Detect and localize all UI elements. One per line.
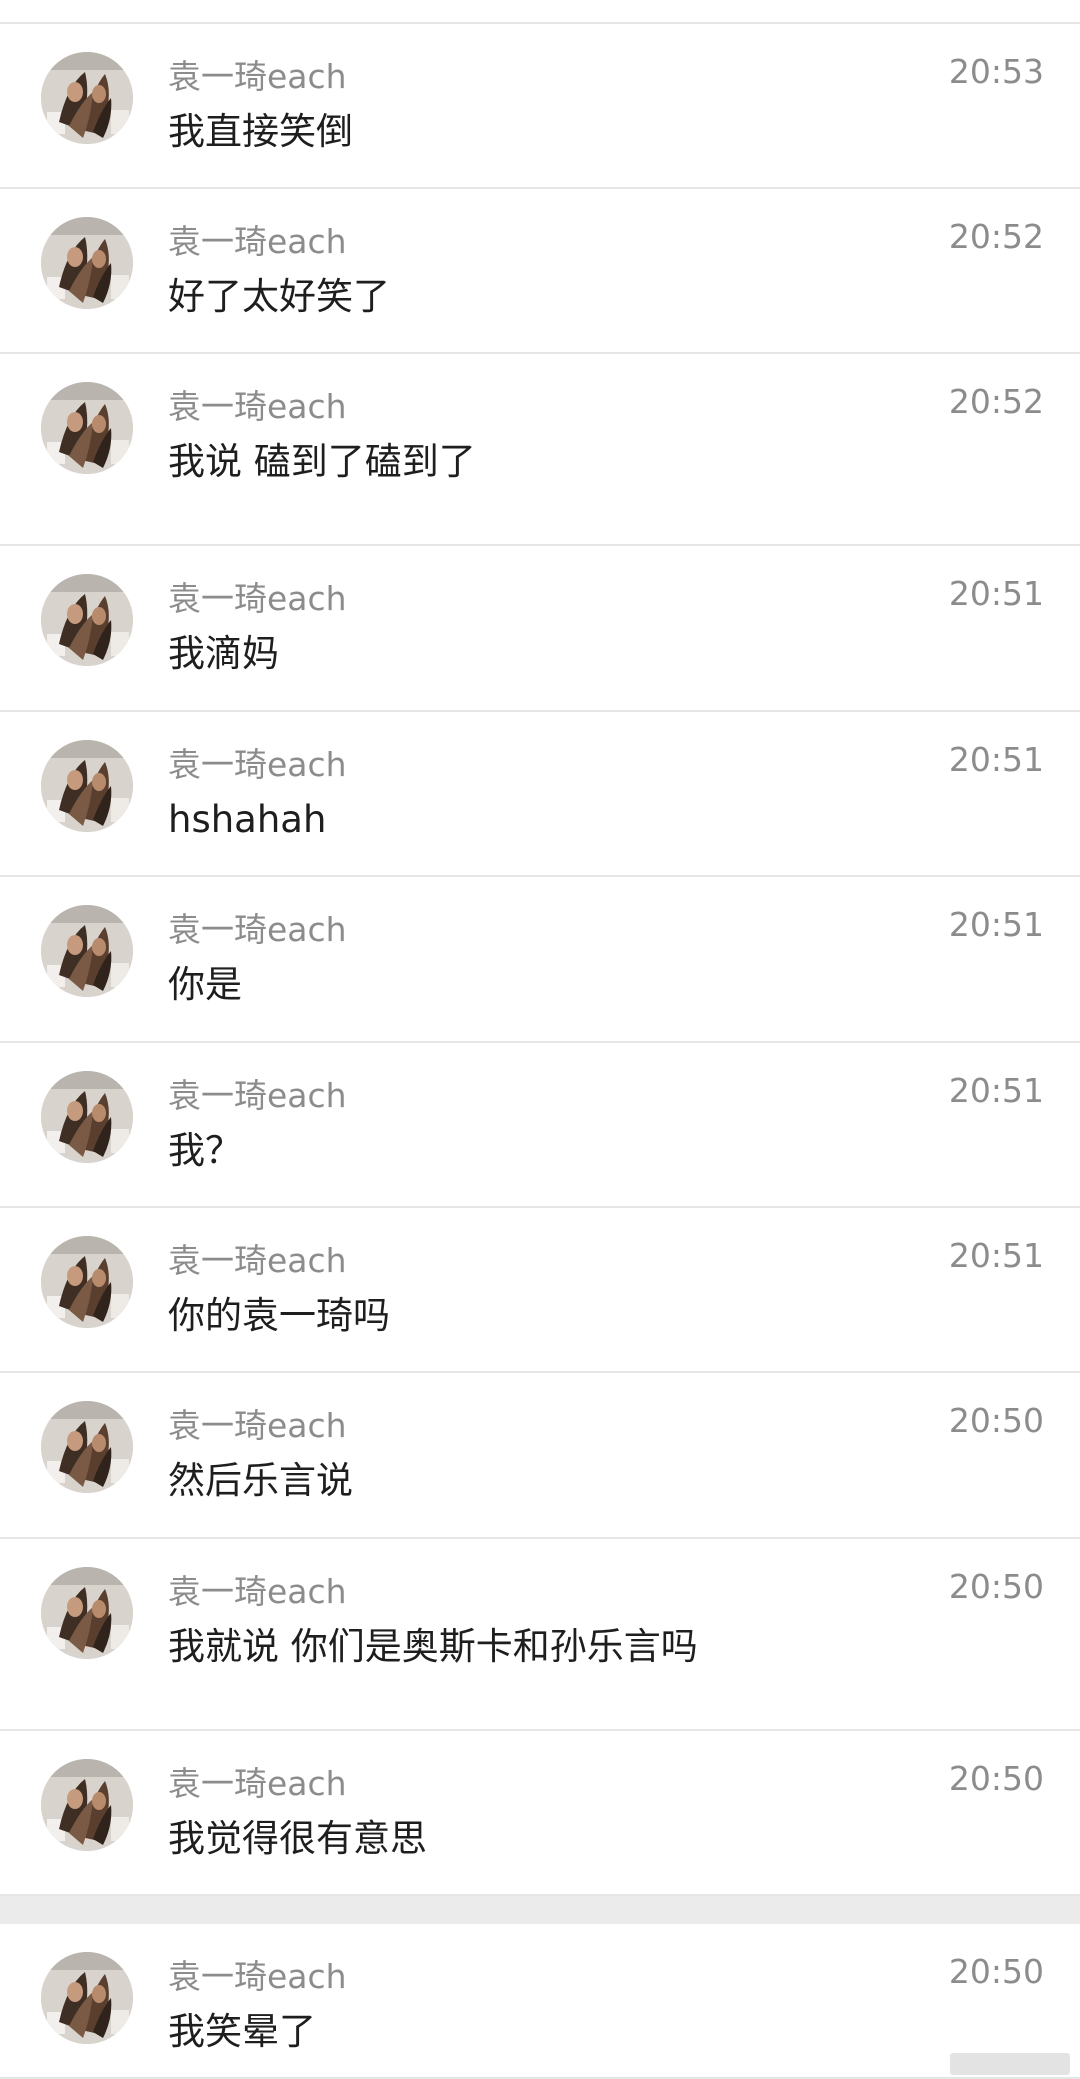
sender-name: 袁一琦each (168, 1076, 347, 1115)
message-row[interactable]: 袁一琦each 我觉得很有意思 20:50 (0, 1731, 1080, 1896)
message-timestamp: 20:50 (948, 1401, 1044, 1440)
message-list-page: 袁一琦each 我直接笑倒 20:53 袁一琦each 好了太好笑了 20:52 袁一琦… (0, 0, 1080, 2079)
avatar[interactable] (41, 1236, 133, 1328)
section-separator (0, 1896, 1080, 1924)
avatar[interactable] (41, 382, 133, 474)
message-timestamp: 20:51 (948, 740, 1044, 779)
message-text: 然后乐言说 (168, 1459, 353, 1502)
message-text: 你的袁一琦吗 (168, 1294, 390, 1337)
message-timestamp: 20:50 (948, 1759, 1044, 1798)
sender-name: 袁一琦each (168, 1406, 347, 1445)
sender-name: 袁一琦each (168, 387, 347, 426)
message-text: 你是 (168, 963, 242, 1006)
sender-name: 袁一琦each (168, 1572, 347, 1611)
message-timestamp: 20:51 (948, 905, 1044, 944)
avatar[interactable] (41, 1759, 133, 1851)
message-row[interactable]: 袁一琦each 我直接笑倒 20:53 (0, 24, 1080, 189)
message-text: 我笑晕了 (168, 2010, 316, 2053)
message-timestamp: 20:50 (948, 1567, 1044, 1606)
previous-row-edge (0, 0, 1080, 24)
sender-name: 袁一琦each (168, 1764, 347, 1803)
message-timestamp: 20:52 (948, 382, 1044, 421)
message-text: 我觉得很有意思 (168, 1817, 427, 1860)
scroll-indicator (950, 2053, 1070, 2075)
message-timestamp: 20:53 (948, 52, 1044, 91)
message-text: 好了太好笑了 (168, 275, 390, 318)
sender-name: 袁一琦each (168, 745, 347, 784)
sender-name: 袁一琦each (168, 222, 347, 261)
message-timestamp: 20:51 (948, 574, 1044, 613)
message-row[interactable]: 袁一琦each 你的袁一琦吗 20:51 (0, 1208, 1080, 1373)
avatar[interactable] (41, 1952, 133, 2044)
message-text: hshahah (168, 798, 327, 841)
message-row[interactable]: 袁一琦each 好了太好笑了 20:52 (0, 189, 1080, 354)
message-timestamp: 20:50 (948, 1952, 1044, 1991)
message-timestamp: 20:51 (948, 1236, 1044, 1275)
message-text: 我说 磕到了磕到了 (168, 440, 476, 483)
message-timestamp: 20:52 (948, 217, 1044, 256)
message-row[interactable]: 袁一琦each 我说 磕到了磕到了 20:52 (0, 354, 1080, 546)
message-row[interactable]: 袁一琦each 我笑晕了 20:50 (0, 1924, 1080, 2079)
message-row[interactable]: 袁一琦each hshahah 20:51 (0, 712, 1080, 877)
message-text: 我就说 你们是奥斯卡和孙乐言吗 (168, 1625, 698, 1668)
sender-name: 袁一琦each (168, 1241, 347, 1280)
message-text: 我滴妈 (168, 632, 279, 675)
message-timestamp: 20:51 (948, 1071, 1044, 1110)
message-row[interactable]: 袁一琦each 我就说 你们是奥斯卡和孙乐言吗 20:50 (0, 1539, 1080, 1731)
message-row[interactable]: 袁一琦each 我滴妈 20:51 (0, 546, 1080, 712)
sender-name: 袁一琦each (168, 1957, 347, 1996)
message-row[interactable]: 袁一琦each 你是 20:51 (0, 877, 1080, 1043)
sender-name: 袁一琦each (168, 579, 347, 618)
message-row[interactable]: 袁一琦each 然后乐言说 20:50 (0, 1373, 1080, 1539)
message-text: 我？ (168, 1129, 242, 1172)
message-row[interactable]: 袁一琦each 我？ 20:51 (0, 1043, 1080, 1208)
avatar[interactable] (41, 905, 133, 997)
avatar[interactable] (41, 217, 133, 309)
sender-name: 袁一琦each (168, 57, 347, 96)
message-text: 我直接笑倒 (168, 110, 353, 153)
avatar[interactable] (41, 1071, 133, 1163)
avatar[interactable] (41, 1567, 133, 1659)
sender-name: 袁一琦each (168, 910, 347, 949)
avatar[interactable] (41, 574, 133, 666)
avatar[interactable] (41, 740, 133, 832)
avatar[interactable] (41, 1401, 133, 1493)
avatar[interactable] (41, 52, 133, 144)
